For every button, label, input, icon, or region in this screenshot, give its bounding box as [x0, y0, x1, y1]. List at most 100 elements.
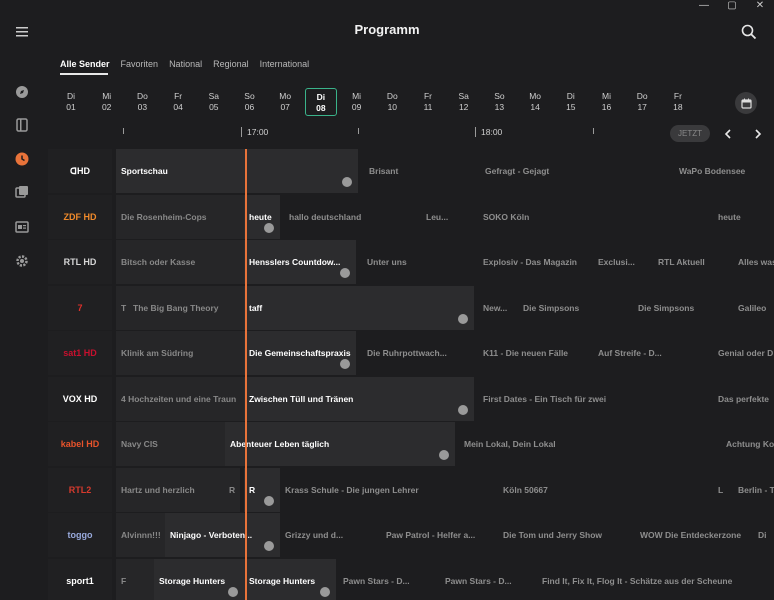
jetzt-button[interactable]: JETZT — [670, 125, 710, 142]
program-cell[interactable]: WaPo Bodensee — [674, 149, 774, 193]
channel-logo[interactable]: kabel HD — [48, 422, 112, 466]
program-cell[interactable]: Ninjago - Verboten... — [165, 513, 280, 557]
program-cell[interactable]: Bitsch oder Kasse — [116, 240, 246, 284]
date-item[interactable]: Do 17 — [626, 88, 658, 116]
program-cell[interactable]: First Dates - Ein Tisch für zwei — [478, 377, 698, 421]
channel-logo[interactable]: VOX HD — [48, 376, 112, 421]
program-cell[interactable]: Pawn Stars - D... — [440, 559, 535, 600]
minimize-button[interactable]: — — [694, 0, 714, 12]
program-cell[interactable]: Leu... — [421, 195, 471, 239]
program-cell[interactable]: WOW Die Entdeckerzone — [635, 513, 755, 557]
date-item[interactable]: So 13 — [483, 88, 515, 116]
program-cell[interactable]: Explosiv - Das Magazin — [478, 240, 593, 284]
program-cell[interactable]: Die Simpsons — [633, 286, 733, 330]
maximize-button[interactable]: ▢ — [722, 0, 742, 12]
clock-icon[interactable] — [12, 149, 32, 169]
program-cell[interactable]: Auf Streife - D... — [593, 331, 713, 375]
program-cell[interactable]: Das perfekte — [713, 377, 774, 421]
program-cell[interactable]: Die Gemeinschaftspraxis — [244, 331, 356, 375]
channel-logo[interactable]: toggo — [48, 513, 112, 557]
program-cell[interactable]: Find It, Fix It, Flog It - Schätze aus d… — [537, 559, 774, 600]
tab-regional[interactable]: Regional — [213, 59, 249, 73]
date-item[interactable]: Fr 18 — [662, 88, 694, 116]
program-cell[interactable]: R — [224, 467, 240, 512]
program-cell[interactable]: heute — [244, 194, 280, 239]
program-cell[interactable]: Navy CIS — [116, 422, 226, 466]
settings-icon[interactable] — [12, 251, 32, 271]
explore-icon[interactable] — [12, 82, 32, 102]
recordings-icon[interactable] — [12, 182, 32, 202]
channel-logo[interactable]: ZDF HD — [48, 194, 112, 239]
date-item[interactable]: Do 10 — [376, 88, 408, 116]
tab-national[interactable]: National — [169, 59, 202, 73]
program-cell[interactable]: Brisant — [364, 149, 484, 193]
program-cell[interactable]: Galileo — [733, 286, 774, 330]
date-item[interactable]: So 06 — [234, 88, 266, 116]
tab-favoriten[interactable]: Favoriten — [121, 59, 159, 73]
guide-icon[interactable] — [12, 217, 32, 237]
search-icon[interactable] — [741, 24, 757, 40]
program-cell[interactable]: Di — [753, 513, 774, 557]
chevron-right-icon[interactable] — [751, 127, 765, 141]
date-item[interactable]: Fr 11 — [412, 88, 444, 116]
program-cell[interactable]: Mein Lokal, Dein Lokal — [459, 422, 709, 466]
channel-logo[interactable]: ᗡHD — [48, 149, 112, 193]
program-cell[interactable]: SOKO Köln — [478, 195, 598, 239]
channel-logo[interactable]: RTL2 — [48, 467, 112, 512]
program-cell[interactable]: Die Rosenheim-Cops — [116, 194, 246, 239]
date-item[interactable]: Mo 14 — [519, 88, 551, 116]
program-cell[interactable]: Genial oder D — [713, 331, 774, 375]
close-button[interactable]: ✕ — [750, 0, 770, 12]
date-item[interactable]: Di 15 — [555, 88, 587, 116]
program-cell[interactable]: Hensslers Countdow... — [244, 240, 356, 284]
date-item[interactable]: Do 03 — [126, 88, 158, 116]
chevron-left-icon[interactable] — [721, 127, 735, 141]
program-cell[interactable]: hallo deutschland — [284, 195, 419, 239]
program-cell[interactable]: Exclusi... — [593, 240, 653, 284]
program-cell[interactable]: Gefragt - Gejagt — [480, 149, 600, 193]
tab-alle-sender[interactable]: Alle Sender — [60, 59, 110, 73]
program-cell[interactable]: Zwischen Tüll und Tränen — [244, 376, 474, 421]
channel-logo[interactable]: RTL HD — [48, 240, 112, 284]
date-item[interactable]: Di 08 — [304, 88, 337, 116]
date-item[interactable]: Fr 04 — [162, 88, 194, 116]
program-cell[interactable]: Sportschau — [116, 149, 358, 193]
program-cell[interactable]: The Big Bang Theory — [128, 285, 250, 330]
program-cell[interactable]: Hartz und herzlich — [116, 467, 226, 512]
program-cell[interactable]: Unter uns — [362, 240, 477, 284]
program-cell[interactable]: 4 Hochzeiten und eine Traun — [116, 376, 246, 421]
program-cell[interactable]: Paw Patrol - Helfer a... — [381, 513, 496, 557]
channel-logo[interactable]: 7 — [48, 285, 112, 330]
date-item[interactable]: Mi 16 — [591, 88, 623, 116]
program-cell[interactable]: Achtung Kontrolle — [721, 422, 774, 466]
program-cell[interactable]: taff — [244, 285, 474, 330]
program-cell[interactable]: heute — [713, 195, 773, 239]
channel-logo[interactable]: sport1 — [48, 558, 112, 600]
program-cell[interactable]: Alles was — [733, 240, 774, 284]
program-cell[interactable]: Alvinnn!!! — [116, 513, 166, 557]
program-cell[interactable]: Pawn Stars - D... — [338, 559, 438, 600]
program-cell[interactable]: Grizzy und d... — [280, 513, 380, 557]
program-cell[interactable]: RTL Aktuell — [653, 240, 733, 284]
program-cell[interactable]: Köln 50667 — [498, 468, 708, 512]
program-cell[interactable]: Die Ruhrpottwach... — [362, 331, 477, 375]
date-item[interactable]: Mi 02 — [91, 88, 123, 116]
date-item[interactable]: Di 01 — [55, 88, 87, 116]
program-cell[interactable]: Berlin - T — [733, 468, 774, 512]
program-cell[interactable]: R — [244, 467, 280, 512]
program-cell[interactable]: Die Tom und Jerry Show — [498, 513, 633, 557]
program-cell[interactable]: Die Simpsons — [518, 286, 633, 330]
date-item[interactable]: Mo 07 — [269, 88, 301, 116]
tab-international[interactable]: International — [260, 59, 310, 73]
channel-logo[interactable]: sat1 HD — [48, 331, 112, 375]
program-cell[interactable]: Klinik am Südring — [116, 331, 246, 375]
program-cell[interactable]: Krass Schule - Die jungen Lehrer — [280, 468, 495, 512]
calendar-button[interactable] — [735, 92, 757, 114]
program-cell[interactable]: Abenteuer Leben täglich — [225, 422, 455, 466]
date-item[interactable]: Mi 09 — [341, 88, 373, 116]
library-icon[interactable] — [12, 115, 32, 135]
program-cell[interactable]: K11 - Die neuen Fälle — [478, 331, 593, 375]
program-cell[interactable]: New... — [478, 286, 518, 330]
date-item[interactable]: Sa 12 — [448, 88, 480, 116]
program-cell[interactable]: L — [713, 468, 733, 512]
